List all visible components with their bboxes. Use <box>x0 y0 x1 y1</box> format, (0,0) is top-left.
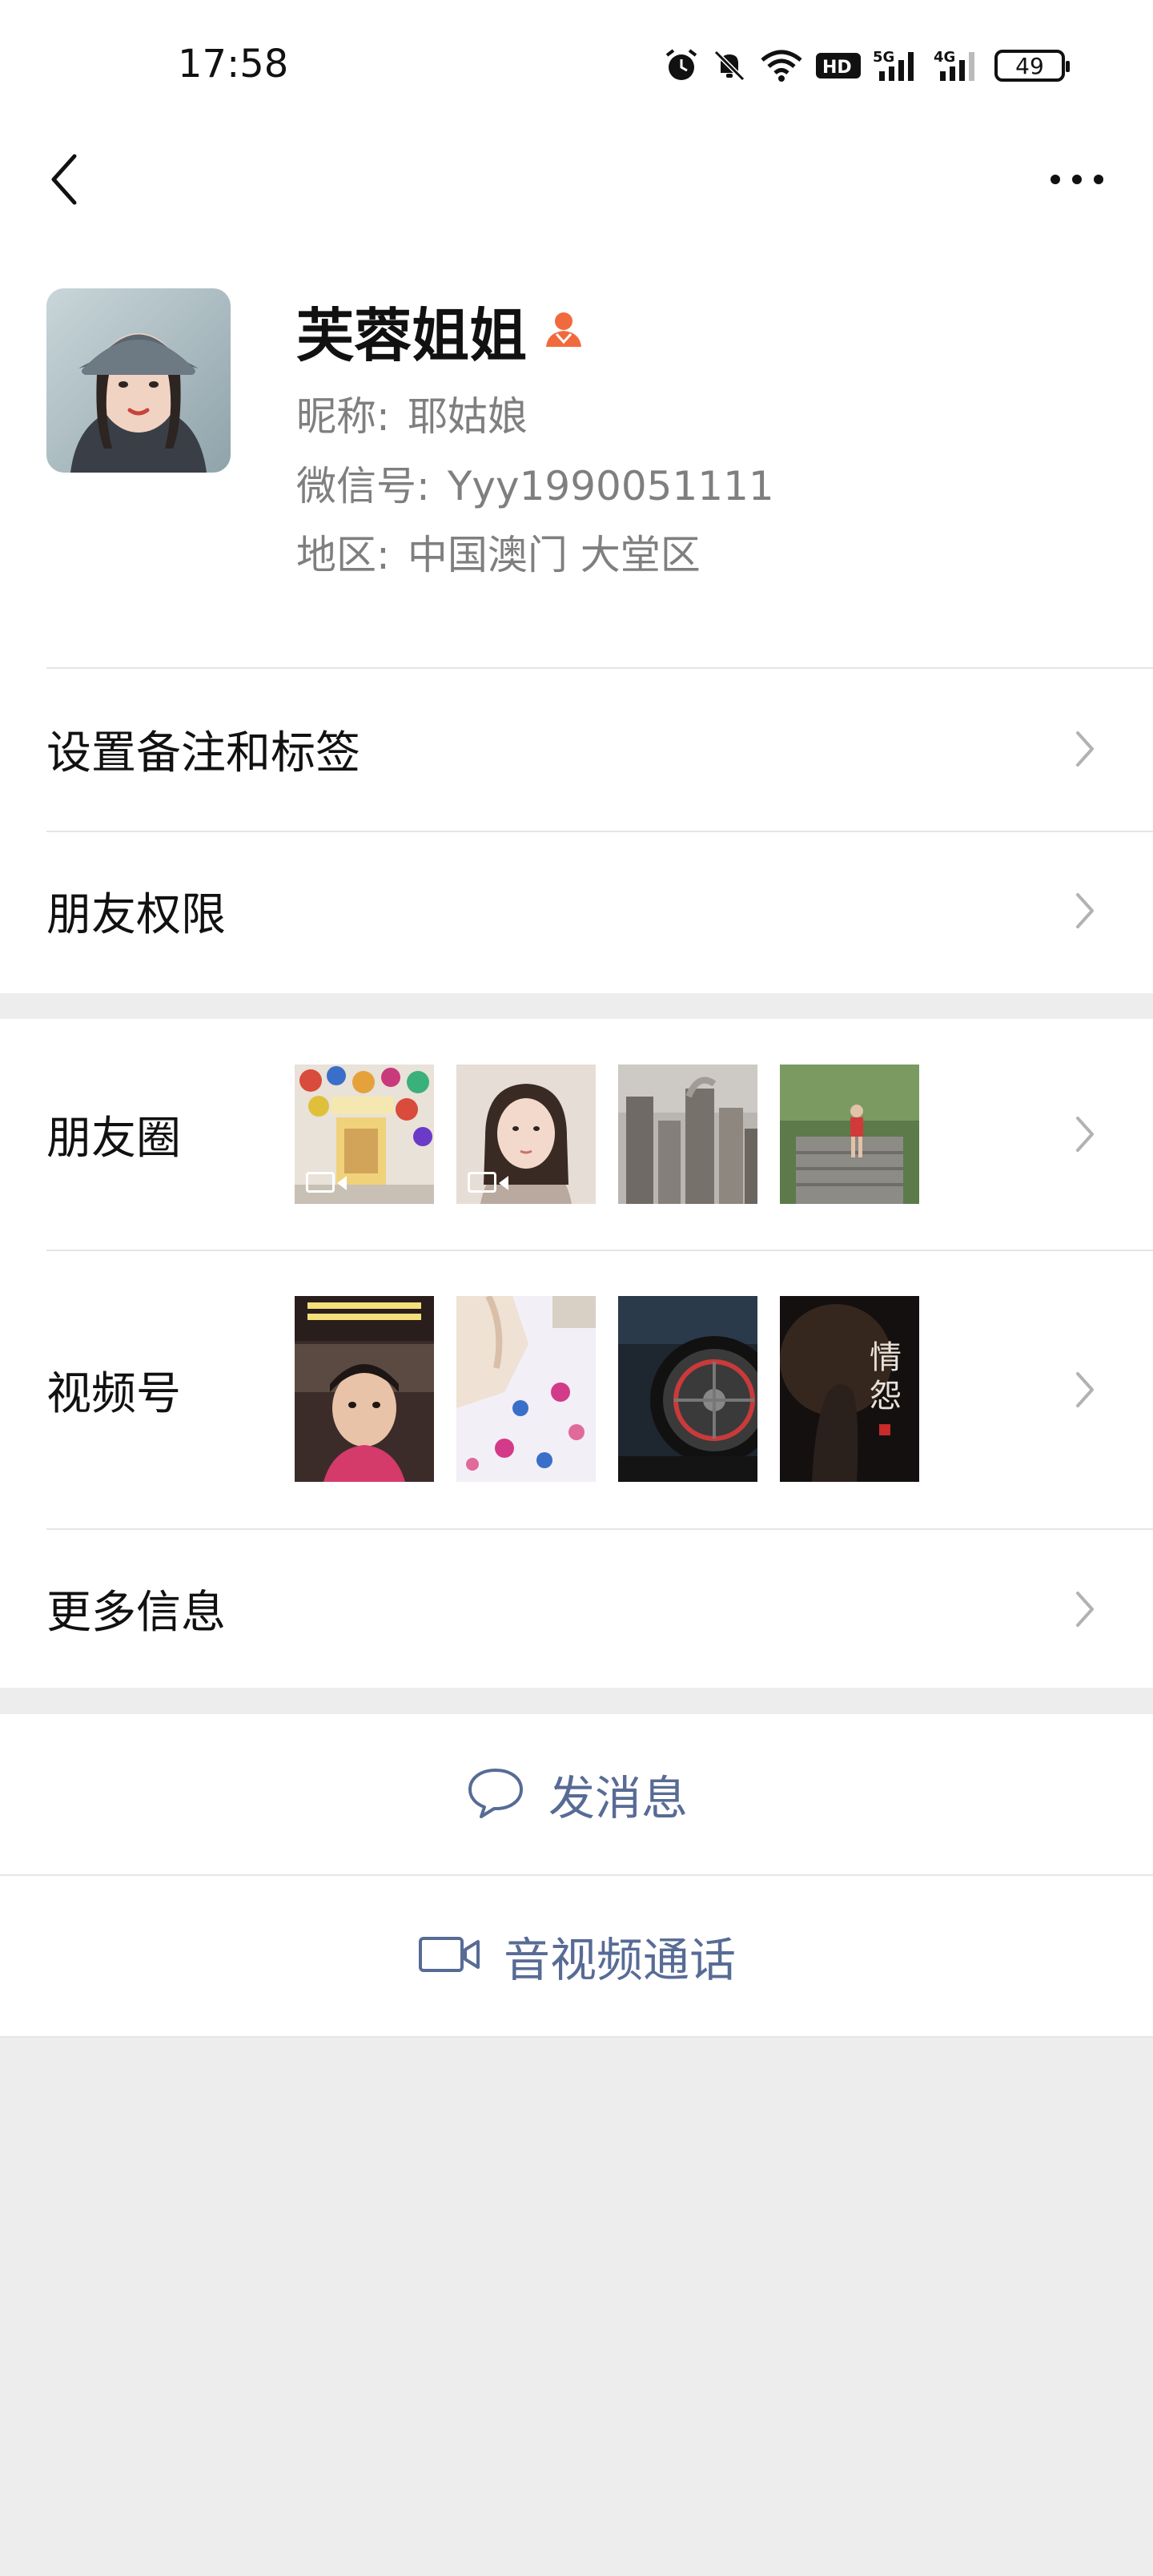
row-channels-label: 视频号 <box>46 1367 181 1420</box>
back-button[interactable] <box>35 143 91 215</box>
wechat-id-key: 微信号: <box>296 463 430 509</box>
nickname-key: 昵称: <box>296 393 390 440</box>
hd-icon: HD <box>815 50 862 82</box>
battery-level: 49 <box>1015 52 1044 79</box>
alarm-icon <box>663 47 700 84</box>
row-remark-tags-label: 设置备注和标签 <box>46 727 360 779</box>
status-bar: 17:58 HD 5G 4G 49 <box>0 0 1153 132</box>
name-row: 芙蓉姐姐 <box>296 288 586 372</box>
nickname-value: 耶姑娘 <box>407 393 528 440</box>
wechat-id-line: 微信号: Yyy1990051111 <box>296 454 774 512</box>
net-4g-label: 4G <box>934 49 955 66</box>
selfie-thumb[interactable] <box>456 1065 596 1204</box>
wifi-icon <box>759 47 804 84</box>
more-dots-icon <box>1051 175 1103 184</box>
divider <box>0 2036 1153 2038</box>
row-moments-label: 朋友圈 <box>46 1112 181 1165</box>
chat-bubble-icon <box>465 1765 526 1823</box>
status-icons: HD 5G 4G 49 <box>663 42 1070 90</box>
row-remark-tags[interactable]: 设置备注和标签 <box>0 669 1153 829</box>
chevron-right-icon <box>1073 1110 1097 1158</box>
settings-group: 设置备注和标签 朋友权限 <box>0 669 1153 993</box>
chevron-right-icon <box>1073 725 1097 773</box>
poster-wall-thumb[interactable] <box>295 1065 434 1204</box>
battery-icon: 49 <box>994 50 1070 82</box>
hd-label: HD <box>822 58 852 78</box>
chevron-right-icon <box>1073 1366 1097 1414</box>
female-gender-icon <box>541 307 586 355</box>
row-moments[interactable]: 朋友圈 <box>0 1019 1153 1250</box>
video-camera-icon <box>417 1932 481 1980</box>
buildings-thumb[interactable] <box>618 1065 757 1204</box>
chevron-left-icon <box>51 154 77 205</box>
region-value: 中国澳门 大堂区 <box>407 532 701 578</box>
content-group: 朋友圈 视频号 情 怨 更多信息 <box>0 1019 1153 1688</box>
child-classroom-thumb[interactable] <box>295 1296 434 1482</box>
more-options-button[interactable] <box>1041 143 1113 215</box>
dark-poster-thumb[interactable]: 情 怨 <box>780 1296 919 1482</box>
signal-4g-icon: 4G <box>934 47 983 84</box>
moments-thumbs <box>295 1065 919 1204</box>
contact-name: 芙蓉姐姐 <box>296 302 528 369</box>
signal-5g-icon: 5G <box>873 47 922 84</box>
video-badge-icon <box>306 1172 347 1193</box>
wechat-id-value[interactable]: Yyy1990051111 <box>448 463 774 509</box>
wheel-thumb[interactable] <box>618 1296 757 1482</box>
bell-muted-icon <box>711 47 748 84</box>
net-5g-label: 5G <box>873 49 894 66</box>
send-message-button[interactable]: 发消息 <box>0 1714 1153 1874</box>
status-time: 17:58 <box>178 42 289 87</box>
av-call-button[interactable]: 音视频通话 <box>0 1876 1153 2036</box>
video-badge-icon <box>468 1172 508 1193</box>
profile-header: 芙蓉姐姐 昵称: 耶姑娘 微信号: Yyy1990051111 地区: 中国澳门 大堂… <box>0 228 1153 669</box>
send-message-label: 发消息 <box>548 1771 688 1825</box>
person-steps-thumb[interactable] <box>780 1065 919 1204</box>
svg-text:怨: 怨 <box>870 1378 902 1415</box>
region-key: 地区: <box>296 532 390 578</box>
svg-text:情: 情 <box>870 1339 902 1376</box>
top-nav-bar <box>0 132 1153 228</box>
region-line: 地区: 中国澳门 大堂区 <box>296 523 701 581</box>
row-more-info[interactable]: 更多信息 <box>0 1530 1153 1688</box>
av-call-label: 音视频通话 <box>503 1933 736 1987</box>
nickname-line: 昵称: 耶姑娘 <box>296 384 528 442</box>
chevron-right-icon <box>1073 1585 1097 1633</box>
row-friend-permissions-label: 朋友权限 <box>46 888 226 941</box>
channels-thumbs: 情 怨 <box>295 1296 919 1482</box>
row-more-info-label: 更多信息 <box>46 1587 226 1639</box>
row-channels[interactable]: 视频号 情 怨 <box>0 1251 1153 1528</box>
chevron-right-icon <box>1073 887 1097 935</box>
row-friend-permissions[interactable]: 朋友权限 <box>0 831 1153 991</box>
floral-cloth-thumb[interactable] <box>456 1296 596 1482</box>
avatar[interactable] <box>46 288 231 473</box>
